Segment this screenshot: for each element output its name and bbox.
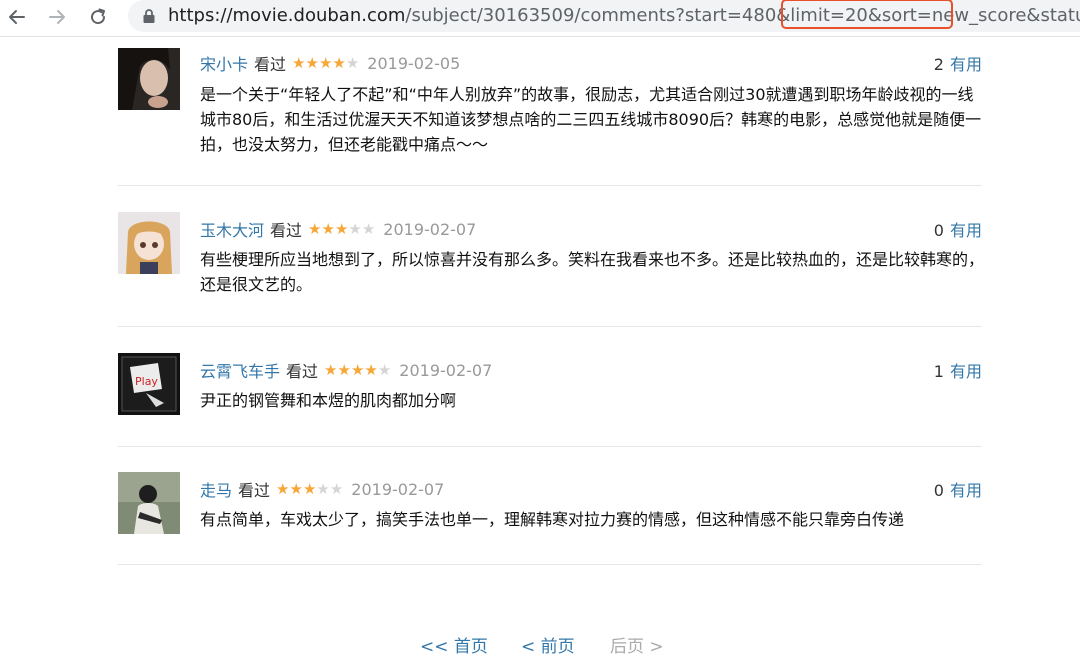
star-filled-icon: ★ [292, 54, 306, 72]
avatar[interactable] [118, 212, 180, 274]
user-avatar-image: Play [118, 353, 180, 415]
useful-button[interactable]: 有用 [950, 221, 982, 240]
comment-date: 2019-02-05 [367, 53, 461, 73]
arrow-left-icon [9, 10, 25, 24]
watch-status: 看过 [286, 362, 319, 381]
user-avatar-image [118, 472, 180, 534]
user-avatar-image [118, 212, 180, 274]
address-bar[interactable]: https://movie.douban.com/subject/3016350… [128, 0, 1080, 32]
star-filled-icon: ★ [308, 220, 322, 238]
lock-icon [143, 9, 155, 23]
star-filled-icon: ★ [302, 480, 317, 498]
comment-meta: 走马 看过 ★ ★ ★ ★ ★ 2019-02-07 [200, 477, 444, 501]
star-filled-icon: ★ [332, 54, 346, 72]
browser-toolbar: https://movie.douban.com/subject/3016350… [0, 0, 1080, 37]
vote-count: 1 [933, 362, 944, 381]
avatar[interactable]: Play [118, 353, 180, 415]
reload-icon [91, 8, 106, 25]
username-link[interactable]: 云霄飞车手 [200, 358, 280, 382]
back-button[interactable] [4, 4, 30, 30]
comment-item: 走马 看过 ★ ★ ★ ★ ★ 2019-02-07 0 有用 有点简单，车戏太少了，搞笑… [118, 470, 982, 570]
comment-item: 宋小卡 看过 ★ ★ ★ ★ ★ 2019-02-05 2 有用 是一个关于“年轻人了不起… [118, 44, 982, 189]
useful-button[interactable]: 有用 [950, 362, 982, 381]
star-filled-icon: ★ [276, 480, 290, 498]
comment-text: 是一个关于“年轻人了不起”和“中年人别放弃”的故事，很励志，尤其适合刚过30就遭… [200, 85, 982, 154]
avatar[interactable] [118, 48, 180, 110]
username-link[interactable]: 走马 [200, 477, 232, 501]
comment-date: 2019-02-07 [399, 360, 493, 380]
avatar[interactable] [118, 472, 180, 534]
first-page-link[interactable]: << 首页 [420, 632, 488, 657]
star-filled-icon: ★ [305, 54, 319, 72]
comment-text: 有些梗理所应当地想到了，所以惊喜并没有那么多。笑料在我看来也不多。还是比较热血的… [200, 250, 985, 294]
username-link[interactable]: 宋小卡 [200, 51, 248, 75]
star-filled-icon: ★ [289, 480, 303, 498]
svg-text:Play: Play [135, 375, 158, 388]
rating-stars: ★ ★ ★ ★ ★ [324, 362, 391, 378]
star-empty-icon: ★ [329, 480, 344, 498]
useful-votes: 2 有用 [934, 51, 982, 75]
user-avatar-image [118, 48, 180, 110]
url-query-highlight-box [781, 0, 953, 29]
vote-count: 0 [933, 481, 944, 500]
star-filled-icon: ★ [364, 361, 378, 379]
divider [118, 326, 982, 327]
divider [118, 446, 982, 447]
star-empty-icon: ★ [316, 480, 330, 498]
username-link[interactable]: 玉木大河 [200, 217, 264, 241]
vote-count: 0 [933, 221, 944, 240]
star-filled-icon: ★ [318, 54, 333, 72]
rating-stars: ★ ★ ★ ★ ★ [292, 55, 359, 71]
forward-button[interactable] [44, 4, 70, 30]
watch-status: 看过 [238, 481, 271, 500]
comment-item: 玉木大河 看过 ★ ★ ★ ★ ★ 2019-02-07 0 有用 有些梗理所应当地想到了… [118, 210, 985, 330]
prev-page-link[interactable]: < 前页 [521, 632, 575, 657]
arrow-right-icon [49, 10, 65, 24]
rating-stars: ★ ★ ★ ★ ★ [276, 481, 343, 497]
comment-meta: 云霄飞车手 看过 ★ ★ ★ ★ ★ 2019-02-07 [200, 358, 492, 382]
watch-status: 看过 [270, 221, 303, 240]
pagination: << 首页 < 前页 后页 > [0, 632, 1080, 658]
star-empty-icon: ★ [361, 220, 376, 238]
watch-status: 看过 [254, 55, 287, 74]
star-filled-icon: ★ [337, 361, 351, 379]
star-filled-icon: ★ [350, 361, 365, 379]
star-filled-icon: ★ [324, 361, 338, 379]
star-empty-icon: ★ [345, 54, 360, 72]
star-filled-icon: ★ [321, 220, 335, 238]
comment-date: 2019-02-07 [383, 219, 477, 239]
useful-button[interactable]: 有用 [950, 481, 982, 500]
star-empty-icon: ★ [348, 220, 362, 238]
comment-date: 2019-02-07 [351, 479, 445, 499]
comment-item: Play 云霄飞车手 看过 ★ ★ ★ ★ ★ 2019-02-07 1 有用 尹正的钢管… [118, 351, 982, 451]
comment-meta: 玉木大河 看过 ★ ★ ★ ★ ★ 2019-02-07 [200, 217, 476, 241]
comment-text: 有点简单，车戏太少了，搞笑手法也单一，理解韩寒对拉力赛的情感，但这种情感不能只靠… [200, 510, 905, 529]
comment-meta: 宋小卡 看过 ★ ★ ★ ★ ★ 2019-02-05 [200, 51, 460, 75]
url-path: /subject/30163509/comments?start=480&lim… [405, 5, 1080, 26]
useful-votes: 0 有用 [934, 477, 982, 501]
useful-votes: 1 有用 [934, 358, 982, 382]
useful-votes: 0 有用 [934, 217, 982, 241]
star-filled-icon: ★ [334, 220, 349, 238]
divider [118, 185, 982, 186]
star-empty-icon: ★ [377, 361, 392, 379]
vote-count: 2 [933, 55, 944, 74]
url-host: https://movie.douban.com [168, 5, 406, 26]
comment-text: 尹正的钢管舞和本煜的肌肉都加分啊 [200, 391, 457, 410]
useful-button[interactable]: 有用 [950, 55, 982, 74]
next-page-link: 后页 > [610, 637, 664, 657]
divider [118, 564, 982, 565]
reload-button[interactable] [85, 4, 111, 30]
rating-stars: ★ ★ ★ ★ ★ [308, 221, 375, 237]
